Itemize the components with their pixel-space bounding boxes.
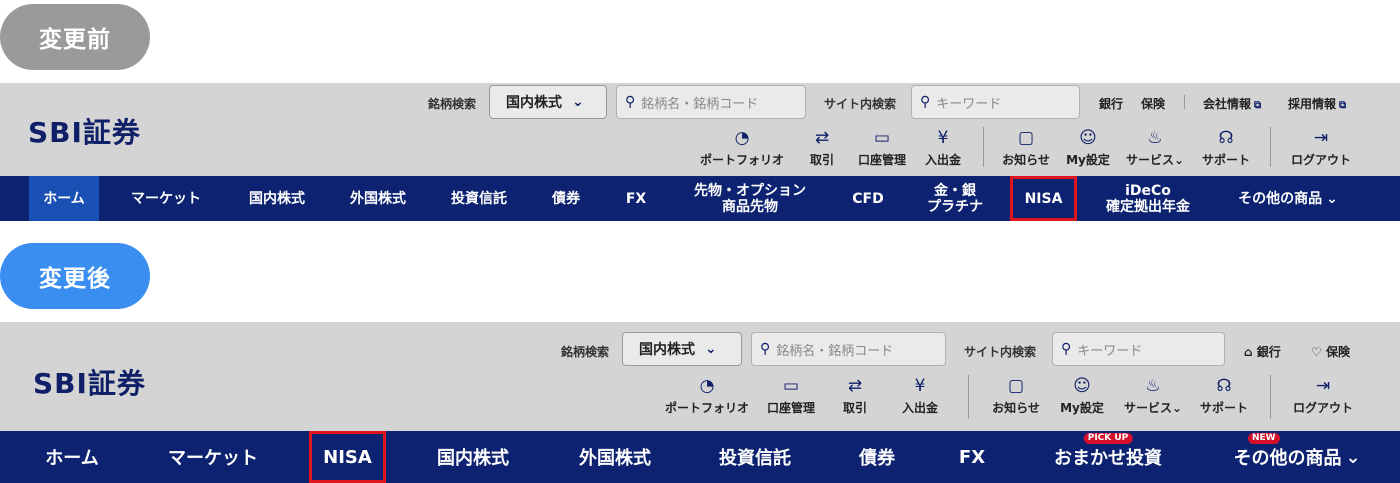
after-label: 変更後 [0, 243, 150, 309]
nav-home[interactable]: ホーム [28, 431, 116, 483]
select-value: 国内株式 [506, 95, 562, 111]
nav-bonds[interactable]: 債券 [845, 431, 909, 483]
search-icon: ⚲ [1061, 341, 1072, 357]
nav-label: その他の商品 [1233, 448, 1342, 469]
nav-cfd[interactable]: CFD [838, 176, 898, 221]
nav-bonds[interactable]: 債券 [534, 176, 598, 221]
nav-market[interactable]: マーケット [114, 176, 218, 221]
nav-label: おまかせ投資 [1054, 448, 1162, 469]
chevron-down-icon: ⌄ [705, 341, 717, 357]
support-button[interactable]: ☊ サポート [1169, 375, 1279, 416]
icon-label: 入出金 [901, 401, 938, 415]
stock-market-select[interactable]: 国内株式 ⌄ [622, 332, 742, 366]
icon-label: サービス [1123, 401, 1172, 415]
headset-icon: ☊ [1216, 376, 1232, 396]
nav-market[interactable]: マーケット [150, 431, 276, 483]
site-search-label: サイト内検索 [964, 345, 1037, 359]
link-text: 保険 [1325, 345, 1350, 359]
input-placeholder: 銘柄名・銘柄コード [776, 343, 894, 359]
insurance-link[interactable]: 保険 [1141, 95, 1165, 112]
support-button[interactable]: ☊ サポート [1171, 127, 1281, 168]
logout-button[interactable]: ⇥ ログアウト [1266, 127, 1376, 168]
site-search-input[interactable]: ⚲ キーワード [911, 85, 1080, 119]
logo[interactable]: SBI証券 [28, 111, 141, 151]
stock-search-label: 銘柄検索 [428, 97, 477, 111]
icon-label: ログアウト [1290, 153, 1351, 167]
chevron-down-icon: ⌄ [572, 94, 584, 110]
link-text: 会社情報 [1203, 97, 1252, 111]
nav-ideco[interactable]: iDeCo 確定拠出年金 [1088, 176, 1208, 221]
link-text: 採用情報 [1288, 97, 1337, 111]
logout-icon: ⇥ [1315, 376, 1331, 396]
global-nav-after: ホーム マーケット NISA 国内株式 外国株式 投資信託 債券 FX PICK… [0, 431, 1400, 483]
logout-icon: ⇥ [1313, 128, 1329, 148]
bank-link[interactable]: 銀行 [1099, 95, 1123, 112]
icon-label: サービス [1125, 153, 1174, 167]
stock-search-input[interactable]: ⚲ 銘柄名・銘柄コード [751, 332, 946, 366]
pickup-badge: PICK UP [1083, 433, 1133, 444]
select-value: 国内株式 [639, 342, 695, 358]
input-placeholder: 銘柄名・銘柄コード [641, 96, 759, 112]
external-link-icon: ⧉ [1339, 100, 1347, 111]
search-icon: ⚲ [760, 341, 771, 357]
icon-label: サポート [1201, 153, 1250, 167]
nav-gold-silver[interactable]: 金・銀 プラチナ [906, 176, 1004, 221]
stock-market-select[interactable]: 国内株式 ⌄ [489, 85, 607, 119]
before-label: 変更前 [0, 4, 150, 70]
recruit-link[interactable]: 採用情報 ⧉ [1288, 95, 1346, 112]
search-icon: ⚲ [625, 94, 636, 110]
site-search-input[interactable]: ⚲ キーワード [1052, 332, 1225, 366]
nav-futures-options[interactable]: 先物・オプション 商品先物 [670, 176, 830, 221]
nav-nisa[interactable]: NISA [309, 431, 386, 483]
divider [1184, 95, 1185, 109]
link-text: 銀行 [1256, 345, 1281, 359]
bank-link[interactable]: ⌂ 銀行 [1244, 343, 1281, 360]
nav-fx[interactable]: FX [944, 431, 1000, 483]
external-link-icon: ⧉ [1254, 100, 1262, 111]
yen-icon: ¥ [914, 376, 926, 396]
nav-foreign-stocks[interactable]: 外国株式 [333, 176, 423, 221]
nav-domestic-stocks[interactable]: 国内株式 [420, 431, 526, 483]
nav-investment-trust[interactable]: 投資信託 [702, 431, 808, 483]
stock-search-label: 銘柄検索 [561, 345, 610, 359]
nav-robo-advisor[interactable]: PICK UP おまかせ投資 [1036, 431, 1180, 483]
input-placeholder: キーワード [1077, 343, 1143, 359]
nav-home[interactable]: ホーム [29, 176, 99, 221]
site-search-label: サイト内検索 [824, 97, 897, 111]
search-icon: ⚲ [920, 94, 931, 110]
logo[interactable]: SBI証券 [33, 362, 146, 402]
header-after: SBI証券 銘柄検索 国内株式 ⌄ ⚲ 銘柄名・銘柄コード サイト内検索 ⚲ キーワー… [0, 322, 1400, 431]
global-nav-before: ホーム マーケット 国内株式 外国株式 投資信託 債券 FX 先物・オプション … [0, 176, 1400, 221]
headset-icon: ☊ [1218, 128, 1234, 148]
nav-label: その他の商品 [1238, 190, 1323, 207]
logout-button[interactable]: ⇥ ログアウト [1268, 375, 1378, 416]
nav-nisa[interactable]: NISA [1010, 176, 1077, 221]
nav-investment-trust[interactable]: 投資信託 [434, 176, 524, 221]
icon-label: サポート [1199, 401, 1248, 415]
icon-label: ログアウト [1292, 401, 1353, 415]
chevron-down-icon: ⌄ [1326, 190, 1338, 207]
input-placeholder: キーワード [936, 96, 1002, 112]
stock-search-input[interactable]: ⚲ 銘柄名・銘柄コード [616, 85, 806, 119]
nav-foreign-stocks[interactable]: 外国株式 [562, 431, 668, 483]
heart-icon: ♡ [1311, 345, 1326, 359]
nav-domestic-stocks[interactable]: 国内株式 [232, 176, 322, 221]
bank-icon: ⌂ [1244, 345, 1257, 359]
nav-other-products[interactable]: NEW その他の商品 ⌄ [1218, 431, 1376, 483]
insurance-link[interactable]: ♡ 保険 [1311, 343, 1350, 360]
header-before: SBI証券 銘柄検索 国内株式 ⌄ ⚲ 銘柄名・銘柄コード サイト内検索 ⚲ キーワー… [0, 83, 1400, 176]
deposit-button[interactable]: ¥ 入出金 [865, 375, 975, 416]
new-badge: NEW [1248, 433, 1280, 444]
chevron-down-icon: ⌄ [1345, 446, 1361, 468]
nav-fx[interactable]: FX [612, 176, 660, 221]
nav-other-products[interactable]: その他の商品 ⌄ [1218, 176, 1358, 221]
company-info-link[interactable]: 会社情報 ⧉ [1203, 95, 1261, 112]
